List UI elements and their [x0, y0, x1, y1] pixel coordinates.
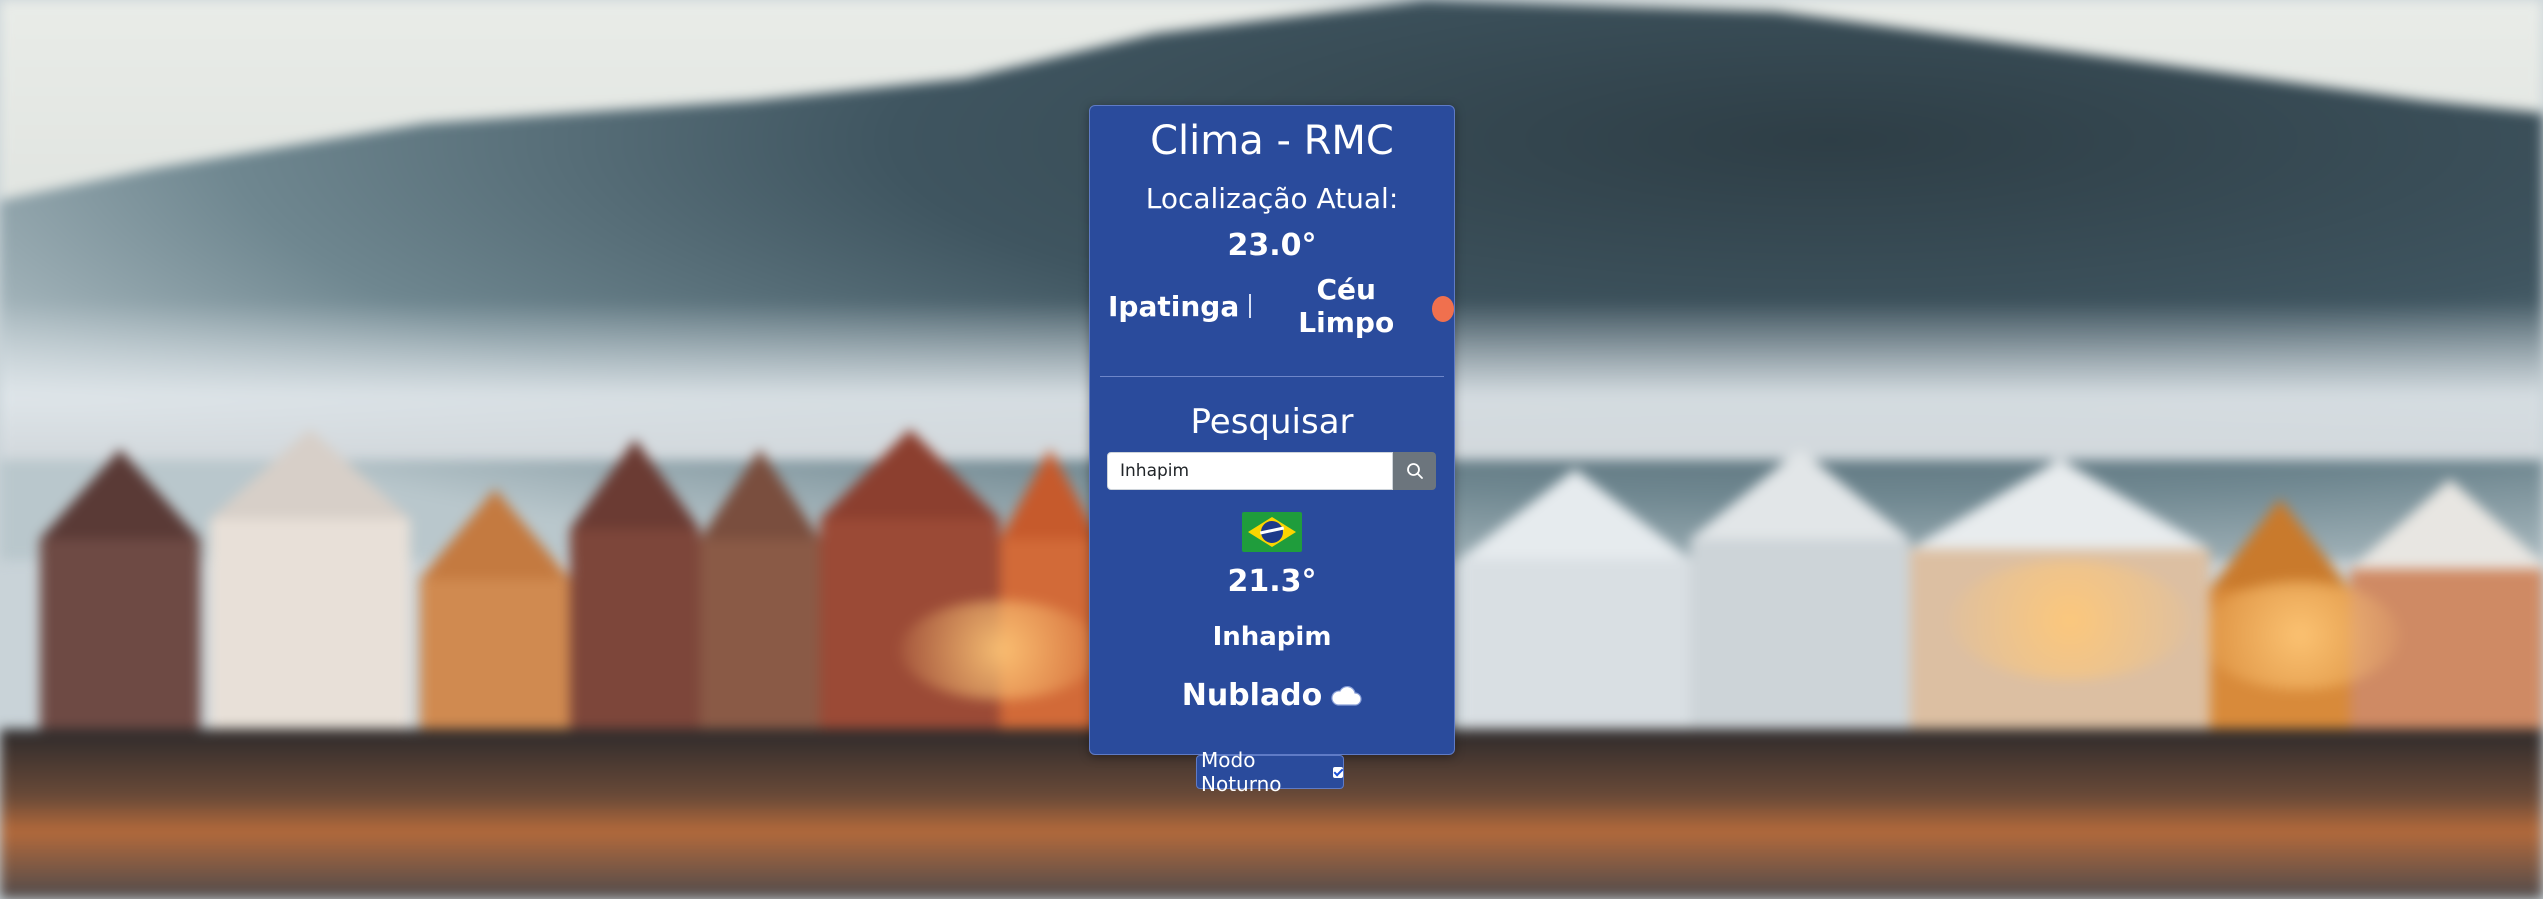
- search-button[interactable]: [1393, 452, 1436, 490]
- night-mode-checkbox[interactable]: [1332, 766, 1343, 778]
- current-temperature: 23.0°: [1227, 228, 1317, 263]
- separator: [1249, 294, 1251, 318]
- result-city: Inhapim: [1212, 622, 1332, 652]
- background-house: [40, 449, 200, 729]
- background-house: [570, 439, 700, 729]
- search-title: Pesquisar: [1190, 402, 1354, 442]
- current-condition: Céu Limpo: [1298, 273, 1395, 339]
- result-condition: Nublado: [1181, 678, 1323, 713]
- night-mode-label: Modo Noturno: [1201, 748, 1282, 796]
- search-bar: [1107, 452, 1438, 490]
- result-temperature: 21.3°: [1227, 564, 1317, 599]
- background-light: [900, 600, 1100, 700]
- weather-card: Clima - RMC Localização Atual: 23.0° Ipa…: [1089, 105, 1455, 755]
- night-mode-toggle[interactable]: Modo Noturno: [1196, 748, 1344, 796]
- background-house: [210, 429, 410, 729]
- sun-icon: [1431, 296, 1454, 322]
- divider: [1100, 376, 1444, 377]
- background-house: [1690, 449, 1910, 729]
- search-input[interactable]: [1107, 452, 1393, 490]
- app-title: Clima - RMC: [1150, 118, 1394, 164]
- current-location-label: Localização Atual:: [1145, 182, 1399, 215]
- result-condition-row: Nublado: [1090, 678, 1454, 713]
- current-city: Ipatinga: [1108, 289, 1240, 323]
- background-house: [420, 489, 570, 729]
- brazil-flag-icon: [1242, 512, 1302, 552]
- current-summary: Ipatinga Céu Limpo: [1108, 273, 1454, 339]
- cloud-icon: [1331, 685, 1362, 706]
- background-light: [1950, 560, 2190, 680]
- background-house: [700, 449, 820, 729]
- search-icon: [1406, 463, 1423, 479]
- background-house: [1460, 469, 1690, 729]
- background-light: [2200, 580, 2400, 690]
